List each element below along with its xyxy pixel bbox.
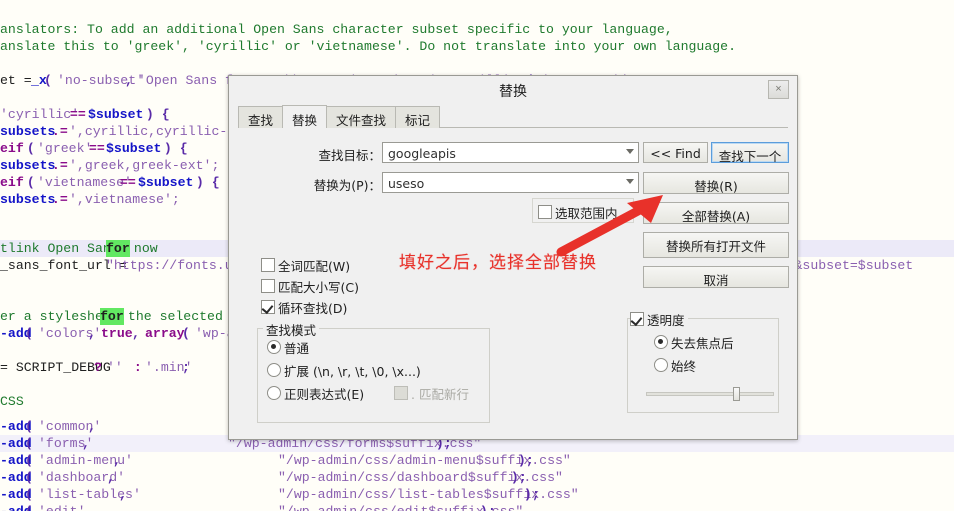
code-token: ,: [88, 419, 96, 434]
whole-word-checkbox[interactable]: 全词匹配(W): [261, 256, 350, 275]
search-mode-normal-radio[interactable]: 普通: [267, 338, 309, 357]
code-token: true: [101, 326, 133, 341]
annotation-text: 填好之后，选择全部替换: [399, 253, 597, 273]
replace-with-input[interactable]: useso: [382, 172, 639, 193]
transparency-always-radio[interactable]: 始终: [654, 356, 696, 375]
tab-0[interactable]: 查找: [238, 106, 284, 128]
code-token: ,: [113, 453, 121, 468]
transparency-slider[interactable]: [646, 387, 774, 401]
tab-3[interactable]: 标记: [395, 106, 441, 128]
code-token: ,: [107, 470, 115, 485]
find-what-label: 查找目标：: [318, 148, 381, 163]
find-what-value: googleapis: [388, 146, 456, 161]
code-line: anslators: To add an additional Open San…: [0, 21, 954, 38]
transparency-on-losing-focus-radio[interactable]: 失去焦点后: [654, 333, 734, 352]
replace-all-button[interactable]: 全部替换(A): [643, 202, 789, 224]
dialog-tabs: 查找 替换 文件查找 标记: [238, 105, 788, 128]
find-prev-button[interactable]: << Find: [643, 142, 708, 163]
dialog-titlebar[interactable]: 替换 ×: [229, 76, 797, 106]
code-line: -add( 'edit',"/wp-admin/css/edit$suffix.…: [0, 503, 954, 511]
matches-newline-checkbox: . 匹配新行: [394, 384, 469, 403]
in-selection-checkbox[interactable]: 选取范围内: [538, 203, 618, 222]
code-token: ,: [82, 436, 90, 451]
dialog-title: 替换: [499, 84, 527, 100]
code-token: array: [145, 326, 185, 341]
code-token: $subset: [88, 107, 144, 122]
slider-track: [646, 392, 774, 396]
code-token: );: [503, 470, 527, 485]
tab-1[interactable]: 替换: [282, 105, 328, 128]
screenshot-root: anslators: To add an additional Open San…: [0, 0, 954, 511]
code-token: '': [107, 360, 123, 375]
tab-2[interactable]: 文件查找: [326, 106, 397, 128]
code-token: ',greek,greek-ext';: [69, 158, 220, 173]
find-what-input[interactable]: googleapis: [382, 142, 639, 163]
code-token: );: [510, 453, 534, 468]
code-line: anslate this to 'greek', 'cyrillic' or '…: [0, 38, 954, 55]
code-token: ) {: [188, 175, 220, 190]
code-token: CSS: [0, 394, 24, 409]
match-case-checkbox[interactable]: 匹配大小写(C): [261, 277, 359, 296]
code-token: ,: [119, 487, 127, 502]
code-token: ',vietnamese';: [69, 192, 180, 207]
code-token: $subset: [138, 175, 194, 190]
replace-button[interactable]: 替换(R): [643, 172, 789, 194]
code-token: $subset: [106, 141, 162, 156]
in-selection-box: 选取范围内: [532, 198, 634, 223]
code-token: now: [126, 241, 158, 256]
code-line: -add( 'list-tables', "/wp-admin/css/list-…: [0, 486, 954, 503]
code-line: -add( 'dashboard', "/wp-admin/css/dashboa…: [0, 469, 954, 486]
code-token: ) {: [138, 107, 170, 122]
replace-with-value: useso: [388, 176, 425, 191]
search-mode-extended-radio[interactable]: 扩展 (\n, \r, \t, \0, \x...): [267, 361, 421, 380]
search-mode-regex-radio[interactable]: 正则表达式(E): [267, 384, 364, 403]
chevron-down-icon[interactable]: [626, 179, 634, 184]
code-token: );: [472, 503, 496, 511]
code-token: ;: [182, 360, 190, 375]
transparency-group: 透明度 失去焦点后 始终: [627, 310, 779, 413]
code-line: -add( 'admin-menu', "/wp-admin/css/admin-…: [0, 452, 954, 469]
replace-with-row: 替换为(P)： useso: [314, 172, 639, 193]
search-mode-title: 查找模式: [263, 320, 320, 339]
find-what-row: 查找目标： googleapis: [318, 142, 639, 163]
code-token: ,: [76, 503, 84, 511]
code-token: );: [516, 487, 540, 502]
replace-with-label: 替换为(P)：: [313, 178, 381, 193]
transparency-checkbox[interactable]: 透明度: [630, 310, 688, 329]
chevron-down-icon[interactable]: [626, 149, 634, 154]
code-token: anslators: To add an additional Open San…: [0, 22, 673, 37]
search-mode-group: 查找模式 普通 扩展 (\n, \r, \t, \0, \x...) 正则表达式…: [257, 320, 490, 423]
cancel-button[interactable]: 取消: [643, 266, 789, 288]
slider-thumb[interactable]: [733, 387, 740, 401]
code-token: ) {: [156, 141, 188, 156]
close-icon[interactable]: ×: [768, 80, 789, 99]
find-next-button[interactable]: 查找下一个: [711, 142, 789, 164]
wrap-around-checkbox[interactable]: 循环查找(D): [261, 298, 347, 317]
replace-all-open-files-button[interactable]: 替换所有打开文件: [643, 232, 789, 258]
code-token: anslate this to 'greek', 'cyrillic' or '…: [0, 39, 736, 54]
